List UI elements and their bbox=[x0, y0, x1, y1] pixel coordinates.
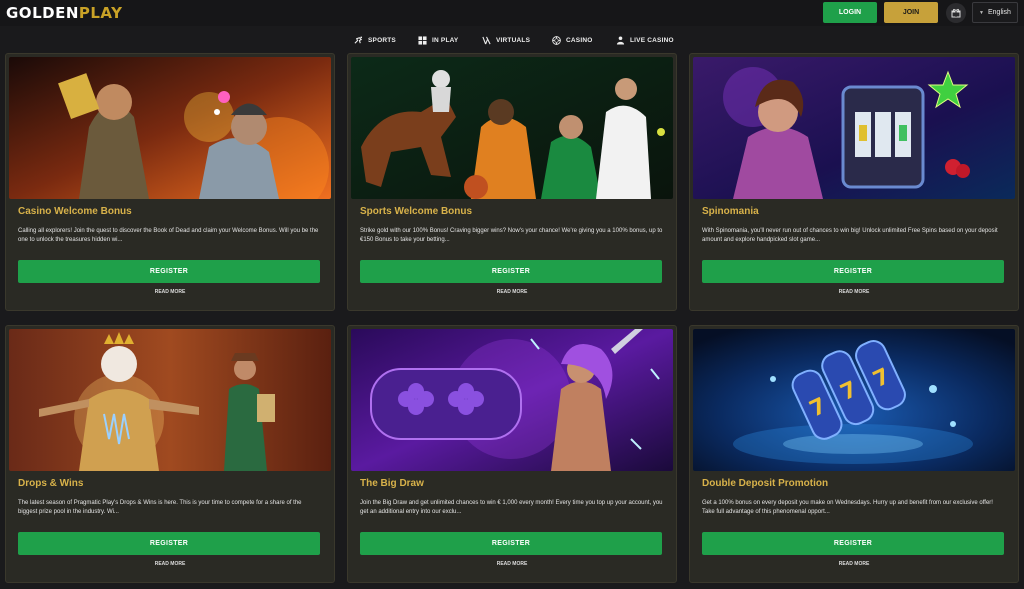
gift-button[interactable] bbox=[946, 3, 966, 23]
main-nav: SPORTS IN PLAY VIRTUALS CASINO LIVE CASI… bbox=[0, 30, 1024, 50]
top-bar: GOLDENPLAY LOGIN JOIN ▼ English bbox=[0, 0, 1024, 26]
logo[interactable]: GOLDENPLAY bbox=[6, 4, 122, 22]
register-button[interactable]: REGISTER bbox=[360, 532, 662, 555]
nav-label: VIRTUALS bbox=[496, 36, 531, 44]
promo-description: With Spinomania, you'll never run out of… bbox=[702, 228, 998, 243]
register-button[interactable]: REGISTER bbox=[360, 260, 662, 283]
nav-item-casino[interactable]: CASINO bbox=[552, 34, 592, 46]
read-more-link[interactable]: READ MORE bbox=[690, 561, 1018, 567]
caret-down-icon: ▼ bbox=[979, 9, 984, 16]
promo-description: Get a 100% bonus on every deposit you ma… bbox=[702, 500, 993, 515]
promo-image bbox=[351, 329, 673, 471]
read-more-link[interactable]: READ MORE bbox=[690, 289, 1018, 295]
nav-item-live-casino[interactable]: LIVE CASINO bbox=[616, 34, 674, 46]
nav-label: IN PLAY bbox=[432, 36, 459, 44]
nav-label: LIVE CASINO bbox=[630, 36, 674, 44]
register-button[interactable]: REGISTER bbox=[702, 260, 1004, 283]
logo-primary-text: GOLDEN bbox=[6, 4, 79, 22]
language-selector[interactable]: ▼ English bbox=[972, 2, 1018, 23]
promo-card-drops-wins: Drops & Wins The latest season of Pragma… bbox=[5, 325, 335, 583]
in-play-icon bbox=[418, 35, 427, 45]
virtuals-icon bbox=[482, 36, 491, 44]
promo-card-spinomania: Spinomania With Spinomania, you'll never… bbox=[689, 53, 1019, 311]
read-more-link[interactable]: READ MORE bbox=[348, 561, 676, 567]
promo-title: Casino Welcome Bonus bbox=[18, 206, 132, 217]
promo-description: Calling all explorers! Join the quest to… bbox=[18, 228, 319, 243]
read-more-link[interactable]: READ MORE bbox=[6, 561, 334, 567]
promo-description: The latest season of Pragmatic Play's Dr… bbox=[18, 500, 302, 515]
promo-image bbox=[9, 57, 331, 199]
promo-title: The Big Draw bbox=[360, 478, 424, 489]
read-more-link[interactable]: READ MORE bbox=[348, 289, 676, 295]
nav-item-sports[interactable]: SPORTS bbox=[354, 34, 396, 46]
promo-description: Join the Big Draw and get unlimited chan… bbox=[360, 500, 663, 515]
nav-label: CASINO bbox=[566, 36, 593, 44]
gift-icon bbox=[951, 8, 961, 18]
live-casino-icon bbox=[616, 35, 625, 45]
nav-item-in-play[interactable]: IN PLAY bbox=[418, 34, 458, 46]
promo-title: Sports Welcome Bonus bbox=[360, 206, 473, 217]
read-more-link[interactable]: READ MORE bbox=[6, 289, 334, 295]
promo-image bbox=[9, 329, 331, 471]
promo-card-casino-welcome: Casino Welcome Bonus Calling all explore… bbox=[5, 53, 335, 311]
join-button[interactable]: JOIN bbox=[884, 2, 938, 23]
register-button[interactable]: REGISTER bbox=[18, 532, 320, 555]
promo-title: Spinomania bbox=[702, 206, 759, 217]
register-button[interactable]: REGISTER bbox=[18, 260, 320, 283]
promo-card-big-draw: The Big Draw Join the Big Draw and get u… bbox=[347, 325, 677, 583]
nav-label: SPORTS bbox=[368, 36, 396, 44]
promo-card-double-deposit: 7 7 7 Double Deposit Promotion Get a 100… bbox=[689, 325, 1019, 583]
promo-image: 7 7 7 bbox=[693, 329, 1015, 471]
nav-item-virtuals[interactable]: VIRTUALS bbox=[482, 34, 530, 46]
promo-title: Drops & Wins bbox=[18, 478, 84, 489]
promo-image bbox=[693, 57, 1015, 199]
promo-image bbox=[351, 57, 673, 199]
promo-title: Double Deposit Promotion bbox=[702, 478, 829, 489]
sports-icon bbox=[354, 35, 363, 44]
register-button[interactable]: REGISTER bbox=[702, 532, 1004, 555]
login-button[interactable]: LOGIN bbox=[823, 2, 877, 23]
language-label: English bbox=[987, 9, 1011, 16]
casino-chip-icon bbox=[552, 35, 561, 45]
promo-description: Strike gold with our 100% Bonus! Craving… bbox=[360, 228, 663, 243]
logo-accent-text: PLAY bbox=[78, 4, 123, 22]
promo-card-sports-welcome: Sports Welcome Bonus Strike gold with ou… bbox=[347, 53, 677, 311]
